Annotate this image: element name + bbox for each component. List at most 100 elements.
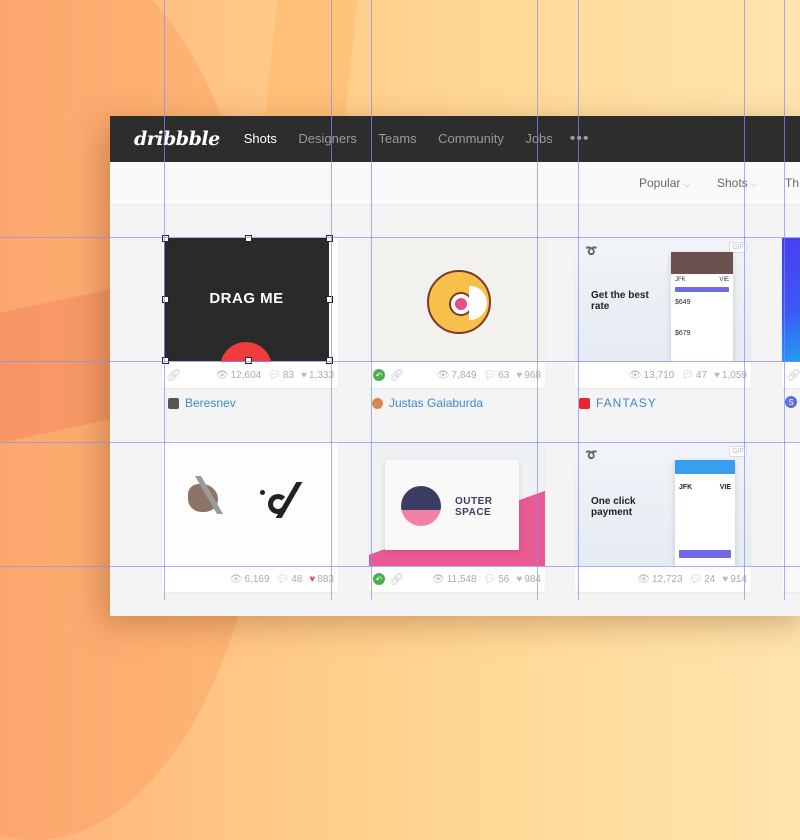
heart-icon-liked[interactable]: ♥ [309, 574, 315, 585]
sort-filter[interactable]: Popular ⌵ [639, 176, 690, 190]
time-filter-label: Th [785, 176, 800, 190]
guide-line [0, 442, 800, 443]
shot-card[interactable]: 👁︎ 6,169 💬︎ 48 ♥ 883 [162, 442, 338, 592]
to-airport: VIE [719, 277, 729, 283]
chevron-down-icon: ⌵ [683, 179, 691, 189]
views-count: 12,604 [230, 369, 262, 381]
attachment-link-icon[interactable]: 🔗︎ [786, 368, 800, 382]
chevron-down-icon: ⌵ [750, 179, 758, 189]
outer-space-mockup: OUTER SPACE [385, 460, 519, 550]
shot-card[interactable]: ↶ 🔗︎ 👁︎ 7,849 💬︎ 63 ♥ 968 [369, 238, 545, 388]
guide-line [578, 0, 579, 600]
filter-bar: Popular ⌵ Shots ⌵ Th [110, 162, 800, 205]
heart-icon[interactable]: ♥ [301, 370, 307, 381]
heart-icon[interactable]: ♥ [516, 370, 522, 381]
rebound-icon[interactable]: ↶ [373, 573, 385, 585]
comments-count: 63 [498, 369, 510, 381]
more-menu-icon[interactable]: ••• [570, 130, 590, 148]
shot-thumbnail[interactable]: DRAG ME [162, 238, 338, 362]
eye-icon: 👁︎ [436, 369, 450, 381]
type-filter[interactable]: Shots ⌵ [717, 176, 758, 190]
comments-count: 24 [704, 573, 716, 585]
comment-icon: 💬︎ [483, 573, 497, 585]
sort-filter-label: Popular [639, 176, 681, 190]
phone-mockup: JFK VIE $649 $679 [671, 252, 733, 362]
likes-count: 984 [524, 573, 541, 585]
shot-card[interactable]: DRAG ME 🔗︎ 👁︎ 12,604 💬︎ 83 ♥ 1,333 [162, 238, 338, 388]
shot-title-text: DRAG ME [209, 290, 284, 307]
views-count: 7,849 [451, 369, 477, 381]
drag-me-canvas[interactable]: DRAG ME [164, 238, 329, 362]
attachment-link-icon[interactable]: 🔗︎ [166, 368, 181, 382]
guide-line [0, 237, 800, 238]
comment-icon: 💬︎ [689, 573, 703, 585]
guide-line [371, 0, 372, 600]
avatar: S [785, 396, 797, 408]
shot-author[interactable]: FANTASY [579, 396, 657, 410]
shot-meta: 👁︎ 6,169 💬︎ 48 ♥ 883 [162, 566, 338, 592]
shot-meta: ↶ 🔗︎ 👁︎ 11,548 💬︎ 56 ♥ 984 [369, 566, 545, 592]
shot-author[interactable]: Beresnev [168, 396, 236, 410]
views-count: 13,710 [643, 369, 675, 381]
nav-designers[interactable]: Designers [298, 131, 357, 146]
views-count: 11,548 [446, 573, 477, 585]
shot-thumbnail[interactable]: GIF ➰ Get the best rate JFK VIE $649 $679 [575, 238, 751, 362]
nav-teams[interactable]: Teams [378, 131, 416, 146]
comments-count: 83 [282, 369, 295, 381]
shot-meta: 👁︎ 13,710 💬︎ 47 ♥ 1,059 [575, 362, 751, 388]
eye-icon: 👁︎ [432, 573, 445, 585]
guide-line [744, 0, 745, 600]
shot-author[interactable]: Justas Galaburda [372, 396, 483, 410]
nav-community[interactable]: Community [438, 131, 504, 146]
shot-title-text: Get the best rate [591, 290, 649, 312]
attachment-link-icon[interactable]: 🔗︎ [389, 572, 404, 586]
author-name[interactable]: FANTASY [596, 396, 657, 410]
comment-icon: 💬︎ [483, 369, 497, 381]
comment-icon: 💬︎ [276, 573, 290, 585]
shot-author[interactable]: S [785, 396, 797, 408]
guide-line [0, 361, 800, 362]
logo-dot [260, 490, 265, 495]
heart-icon[interactable]: ♥ [714, 370, 720, 381]
cat-ball-illustration [427, 270, 491, 334]
time-filter[interactable]: Th [785, 176, 799, 190]
shot-thumbnail[interactable]: OUTER SPACE [369, 442, 545, 566]
avatar [168, 397, 179, 409]
shot-meta: 👁︎ 12,723 💬︎ 24 ♥ 914 [575, 566, 751, 592]
to-airport: VIE [719, 484, 731, 491]
brand-logo-icon: ➰ [585, 450, 598, 461]
comments-count: 47 [695, 369, 708, 381]
author-name[interactable]: Beresnev [185, 396, 236, 410]
rebound-icon[interactable]: ↶ [373, 369, 385, 381]
shot-thumbnail[interactable] [369, 238, 545, 362]
from-airport: JFK [679, 484, 693, 491]
shot-card[interactable]: GIF ➰ Get the best rate JFK VIE $649 $679… [575, 238, 751, 388]
shot-thumbnail[interactable] [162, 442, 338, 566]
browser-window: dribbble Shots Designers Teams Community… [110, 116, 800, 616]
guide-line [784, 0, 785, 600]
guide-line [164, 0, 165, 600]
avatar [579, 397, 590, 409]
price-2: $679 [675, 330, 691, 337]
comments-count: 48 [291, 573, 303, 585]
shot-thumbnail[interactable]: GIF ➰ One click payment JFK VIE [575, 442, 751, 566]
heart-icon[interactable]: ♥ [516, 574, 522, 585]
price-1: $649 [675, 299, 691, 306]
attachment-link-icon[interactable]: 🔗︎ [389, 368, 404, 382]
comment-icon: 💬︎ [681, 369, 694, 381]
guide-line [0, 566, 800, 567]
shot-card[interactable]: OUTER SPACE ↶ 🔗︎ 👁︎ 11,548 💬︎ 56 ♥ 984 [369, 442, 545, 592]
author-name[interactable]: Justas Galaburda [389, 396, 483, 410]
comment-icon: 💬︎ [268, 369, 281, 381]
shot-meta: 🔗︎ 👁︎ 12,604 💬︎ 83 ♥ 1,333 [162, 362, 338, 388]
guide-line [331, 0, 332, 600]
nav-jobs[interactable]: Jobs [525, 131, 552, 146]
heart-icon[interactable]: ♥ [722, 574, 728, 585]
shot-card[interactable]: GIF ➰ One click payment JFK VIE 👁︎ 12,723 … [575, 442, 751, 592]
nav-shots[interactable]: Shots [244, 131, 277, 146]
dribbble-logo[interactable]: dribbble [134, 128, 220, 150]
main-nav: Shots Designers Teams Community Jobs [244, 130, 570, 148]
shot-title-text: OUTER SPACE [455, 496, 493, 518]
likes-count: 968 [524, 369, 541, 381]
eye-icon: 👁︎ [637, 573, 650, 585]
